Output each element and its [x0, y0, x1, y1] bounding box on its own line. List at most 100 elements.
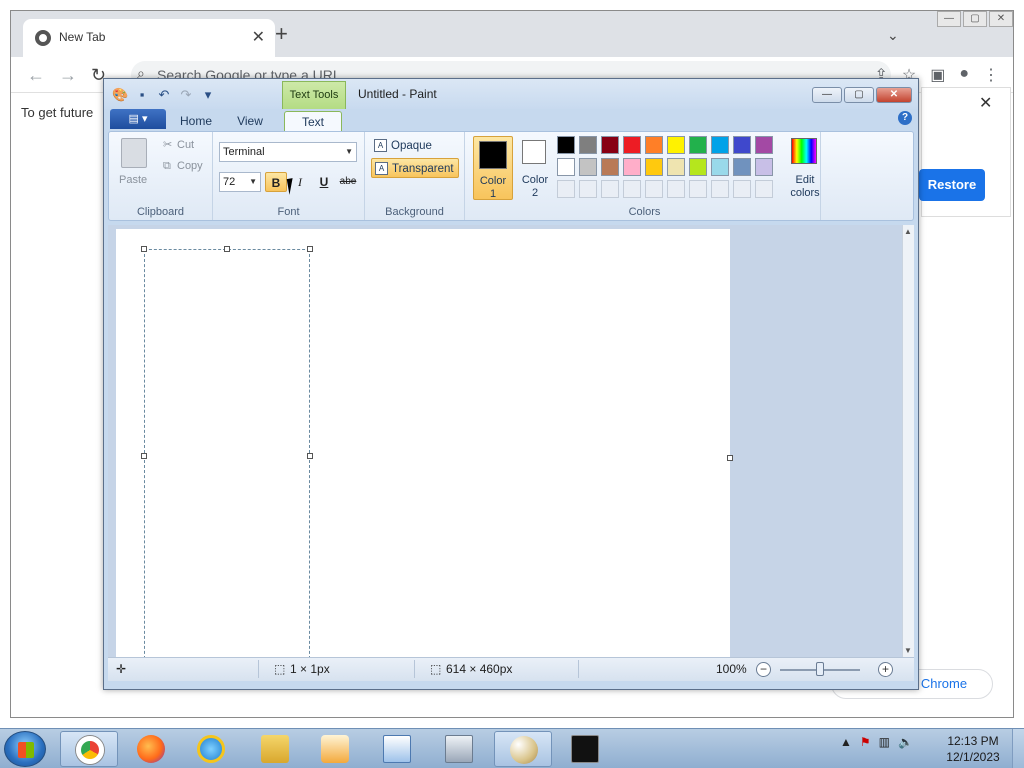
- opaque-option[interactable]: A Opaque: [371, 136, 432, 156]
- resize-handle[interactable]: [141, 453, 147, 459]
- custom-color-slot[interactable]: [579, 180, 597, 198]
- scroll-up-arrow-icon[interactable]: ▲: [904, 227, 912, 236]
- zoom-in-button[interactable]: +: [878, 662, 893, 677]
- restore-button[interactable]: Restore: [919, 169, 985, 201]
- copy-button[interactable]: ⧉ Copy: [163, 160, 203, 173]
- close-tab-icon[interactable]: ✕: [252, 27, 265, 47]
- taskbar-file-explorer[interactable]: [246, 731, 304, 767]
- resize-handle[interactable]: [307, 453, 313, 459]
- color1-button[interactable]: Color 1: [473, 136, 513, 200]
- paint-close-button[interactable]: ✕: [876, 87, 912, 103]
- custom-color-slot[interactable]: [711, 180, 729, 198]
- custom-color-slot[interactable]: [557, 180, 575, 198]
- drawing-canvas[interactable]: [116, 229, 733, 657]
- action-center-flag-icon[interactable]: ⚑: [860, 735, 871, 749]
- scroll-down-arrow-icon[interactable]: ▼: [904, 646, 912, 655]
- taskbar-command-prompt[interactable]: [556, 731, 614, 767]
- kebab-menu-icon[interactable]: ⋮: [983, 65, 999, 85]
- undo-icon[interactable]: ↶: [156, 87, 172, 103]
- palette-swatch[interactable]: [557, 158, 575, 176]
- palette-swatch[interactable]: [689, 158, 707, 176]
- taskbar-wordpad[interactable]: [368, 731, 426, 767]
- font-family-select[interactable]: Terminal ▼: [219, 142, 357, 162]
- edit-colors-button[interactable]: Edit colors: [785, 136, 825, 200]
- palette-swatch[interactable]: [711, 158, 729, 176]
- paint-minimize-button[interactable]: —: [812, 87, 842, 103]
- resize-handle[interactable]: [141, 246, 147, 252]
- paint-app-menu-button[interactable]: ▤ ▾: [110, 109, 166, 129]
- paste-button-label[interactable]: Paste: [119, 174, 147, 186]
- profile-avatar-icon[interactable]: ●: [959, 65, 969, 85]
- palette-swatch[interactable]: [733, 136, 751, 154]
- palette-swatch[interactable]: [579, 136, 597, 154]
- taskbar-paint[interactable]: [494, 731, 552, 767]
- text-box-selection[interactable]: [144, 249, 310, 657]
- palette-swatch[interactable]: [733, 158, 751, 176]
- palette-swatch[interactable]: [623, 136, 641, 154]
- tab-view[interactable]: View: [228, 111, 272, 131]
- back-arrow-icon[interactable]: ←: [27, 65, 45, 86]
- palette-swatch[interactable]: [645, 158, 663, 176]
- network-icon[interactable]: ▥: [879, 735, 890, 749]
- tab-text[interactable]: Text: [284, 111, 342, 131]
- palette-swatch[interactable]: [623, 158, 641, 176]
- resize-handle[interactable]: [307, 246, 313, 252]
- chrome-tab-new-tab[interactable]: New Tab ✕: [23, 19, 275, 57]
- volume-muted-icon[interactable]: 🔈: [898, 735, 913, 749]
- side-panel-icon[interactable]: ▣: [930, 65, 945, 85]
- color2-button[interactable]: Color 2: [517, 136, 553, 200]
- palette-swatch[interactable]: [601, 158, 619, 176]
- strikethrough-button[interactable]: abe: [337, 172, 359, 192]
- palette-swatch[interactable]: [755, 158, 773, 176]
- palette-swatch[interactable]: [755, 136, 773, 154]
- font-size-select[interactable]: 72 ▼: [219, 172, 261, 192]
- palette-swatch[interactable]: [579, 158, 597, 176]
- vertical-scrollbar[interactable]: ▲ ▼: [902, 225, 914, 657]
- palette-swatch[interactable]: [601, 136, 619, 154]
- bold-button[interactable]: B: [265, 172, 287, 192]
- redo-icon[interactable]: ↷: [178, 87, 194, 103]
- save-icon[interactable]: ▪: [134, 87, 150, 103]
- custom-color-slot[interactable]: [645, 180, 663, 198]
- taskbar-firefox[interactable]: [122, 731, 180, 767]
- palette-swatch[interactable]: [667, 158, 685, 176]
- transparent-option[interactable]: A Transparent: [371, 158, 459, 178]
- custom-color-slot[interactable]: [755, 180, 773, 198]
- taskbar-calculator[interactable]: [430, 731, 488, 767]
- tab-home[interactable]: Home: [174, 111, 218, 131]
- restore-panel-close-icon[interactable]: ✕: [979, 93, 992, 113]
- customize-qat-icon[interactable]: ▾: [200, 87, 216, 103]
- taskbar-media-player[interactable]: [306, 731, 364, 767]
- start-button[interactable]: [4, 731, 46, 767]
- paste-clipboard-icon[interactable]: [121, 138, 147, 168]
- zoom-slider-thumb[interactable]: [816, 662, 824, 676]
- help-icon[interactable]: ?: [898, 111, 912, 125]
- chrome-minimize-button[interactable]: —: [937, 11, 961, 27]
- taskbar-chrome[interactable]: [60, 731, 118, 767]
- palette-swatch[interactable]: [557, 136, 575, 154]
- tray-expand-chevron-icon[interactable]: ▲: [840, 735, 852, 749]
- custom-color-slot[interactable]: [623, 180, 641, 198]
- taskbar-clock[interactable]: 12:13 PM 12/1/2023: [938, 733, 1008, 765]
- underline-button[interactable]: U: [313, 172, 335, 192]
- chrome-close-button[interactable]: ✕: [989, 11, 1013, 27]
- resize-handle[interactable]: [224, 246, 230, 252]
- cut-button[interactable]: ✂ Cut: [163, 138, 194, 151]
- canvas-resize-handle[interactable]: [727, 455, 733, 461]
- chrome-maximize-button[interactable]: ▢: [963, 11, 987, 27]
- palette-swatch[interactable]: [689, 136, 707, 154]
- new-tab-button[interactable]: +: [275, 23, 288, 45]
- paint-maximize-button[interactable]: ▢: [844, 87, 874, 103]
- palette-swatch[interactable]: [667, 136, 685, 154]
- zoom-out-button[interactable]: −: [756, 662, 771, 677]
- custom-color-slot[interactable]: [733, 180, 751, 198]
- forward-arrow-icon[interactable]: →: [59, 65, 77, 86]
- taskbar-internet-explorer[interactable]: [182, 731, 240, 767]
- custom-color-slot[interactable]: [601, 180, 619, 198]
- tab-search-chevron-icon[interactable]: ⌄: [887, 27, 899, 44]
- show-desktop-button[interactable]: [1012, 729, 1024, 768]
- palette-swatch[interactable]: [645, 136, 663, 154]
- custom-color-slot[interactable]: [689, 180, 707, 198]
- custom-color-slot[interactable]: [667, 180, 685, 198]
- palette-swatch[interactable]: [711, 136, 729, 154]
